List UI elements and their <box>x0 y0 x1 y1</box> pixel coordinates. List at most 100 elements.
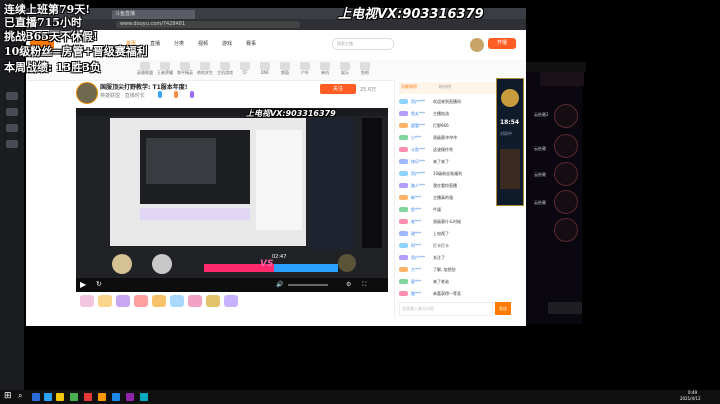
gift-item[interactable] <box>206 295 220 307</box>
nav-game[interactable]: 游戏 <box>222 40 232 47</box>
chat-username[interactable]: 用户*** <box>411 98 425 105</box>
volume-slider[interactable] <box>288 284 328 286</box>
taskbar-app-icon[interactable] <box>126 393 134 401</box>
chat-username[interactable]: 鱼丸*** <box>411 110 425 117</box>
gift-item[interactable] <box>170 295 184 307</box>
volume-icon[interactable]: 🔊 <box>276 281 283 288</box>
taskbar-app-icon[interactable] <box>98 393 106 401</box>
dock-icon[interactable] <box>6 140 18 148</box>
chat-username[interactable]: 老*** <box>411 218 421 225</box>
taskbar-app-icon[interactable] <box>140 393 148 401</box>
video-frame[interactable]: VS 02:47 上电视VX:903316379 <box>76 108 388 278</box>
gift-item[interactable] <box>224 295 238 307</box>
nav-category[interactable]: 分类 <box>174 40 184 47</box>
category-item[interactable]: DNF <box>256 62 274 78</box>
nav-video[interactable]: 视频 <box>198 40 208 47</box>
search-input[interactable]: 搜索主播 <box>332 38 394 50</box>
send-button[interactable]: 发送 <box>495 302 511 315</box>
gift-item[interactable] <box>134 295 148 307</box>
taskbar-app-icon[interactable] <box>84 393 92 401</box>
dock-icon[interactable] <box>6 124 18 132</box>
gift-item[interactable] <box>80 295 94 307</box>
category-item[interactable]: 主机游戏 <box>216 62 234 78</box>
chat-input[interactable]: 这里输入聊天内容 <box>399 302 493 316</box>
gift-item[interactable] <box>98 295 112 307</box>
pk-bar: VS 02:47 <box>112 254 356 274</box>
search-icon[interactable]: ⌕ <box>18 391 22 401</box>
play-icon[interactable]: ▶ <box>80 280 86 289</box>
category-item[interactable]: CF <box>236 62 254 78</box>
category-item[interactable]: 和平精英 <box>176 62 194 78</box>
taskbar-app-icon[interactable] <box>56 393 64 401</box>
taskbar-app-icon[interactable] <box>44 393 52 401</box>
chat-username[interactable]: 用户*** <box>411 170 425 177</box>
champion-slot[interactable] <box>554 134 578 158</box>
gift-item[interactable] <box>152 295 166 307</box>
chat-username[interactable]: 快乐*** <box>411 158 425 165</box>
chat-username[interactable]: 用户*** <box>411 254 425 261</box>
refresh-icon[interactable]: ↻ <box>96 280 102 288</box>
game-bottom-buttons[interactable] <box>548 302 582 314</box>
chat-username[interactable]: 斗鱼*** <box>411 146 425 153</box>
tab-contribution[interactable]: 贡献周榜 <box>401 84 417 90</box>
fan-level-badge <box>399 123 408 128</box>
nav-match[interactable]: 赛事 <box>246 40 256 47</box>
nav-live[interactable]: 直播 <box>150 40 160 47</box>
chat-message: 大*** 了解, 加把劲 <box>399 266 511 274</box>
taskbar-app-icon[interactable] <box>112 393 120 401</box>
champion-slot[interactable] <box>554 218 578 242</box>
fan-level-badge <box>399 267 408 272</box>
follow-button[interactable]: 关注 <box>320 84 356 94</box>
fullscreen-icon[interactable]: ⛶ <box>362 281 366 289</box>
category-item[interactable]: 绝地求生 <box>196 62 214 78</box>
chat-username[interactable]: 路*** <box>411 290 421 297</box>
chat-username[interactable]: 新*** <box>411 194 421 201</box>
dock-icon[interactable] <box>6 92 18 100</box>
clock-date[interactable]: 2021/4/12 <box>680 396 701 402</box>
streamer-avatar[interactable] <box>76 82 98 104</box>
url-field[interactable]: www.douyu.com/7428481 <box>116 21 300 28</box>
settings-icon[interactable]: ⚙ <box>346 281 351 288</box>
chat-text: 晋级赛冲冲冲 <box>433 135 457 140</box>
taskbar-app-icon[interactable] <box>70 393 78 401</box>
dock-icon[interactable] <box>6 108 18 116</box>
taskbar-app-icon[interactable] <box>32 393 40 401</box>
fan-level-badge <box>399 147 408 152</box>
chat-username[interactable]: 超管*** <box>411 122 425 129</box>
chat-username[interactable]: 路人*** <box>411 182 425 189</box>
chat-username[interactable]: 大*** <box>411 266 421 273</box>
user-avatar[interactable] <box>470 38 484 52</box>
chat-text: 上电视了 <box>433 231 449 236</box>
chat-message: 鱼*** 牛逼 <box>399 206 511 214</box>
chat-message: 用户*** 关注了 <box>399 254 511 262</box>
chat-username[interactable]: 鱼*** <box>411 206 421 213</box>
tab-fans[interactable]: 粉丝榜 <box>439 84 451 90</box>
chat-username[interactable]: 甜*** <box>411 230 421 237</box>
gift-item[interactable] <box>188 295 202 307</box>
fan-level-badge <box>399 219 408 224</box>
gift-item[interactable] <box>116 295 130 307</box>
open-broadcast-button[interactable]: 开播 <box>488 38 516 49</box>
champion-slot[interactable] <box>554 104 578 128</box>
category-item[interactable]: 娱乐 <box>336 62 354 78</box>
category-item[interactable]: 鱼吧 <box>356 62 374 78</box>
vx-overlay-inner: 上电视VX:903316379 <box>246 109 336 118</box>
category-item[interactable]: 王者荣耀 <box>156 62 174 78</box>
browser-tab[interactable]: 斗鱼直播 <box>112 10 195 19</box>
player-name-1: 云依赖2 <box>534 112 549 117</box>
champion-slot[interactable] <box>554 162 578 186</box>
chat-username[interactable]: 小*** <box>411 134 421 141</box>
video-player[interactable]: VS 02:47 上电视VX:903316379 ▶ ↻ 🔊 ⚙ ⛶ <box>76 108 388 292</box>
chat-username[interactable]: 星*** <box>411 278 421 285</box>
category-item[interactable]: 单机 <box>316 62 334 78</box>
champion-slot[interactable] <box>554 190 578 214</box>
chat-username[interactable]: 阿*** <box>411 242 421 249</box>
chat-message: 阿*** 打卡打卡 <box>399 242 511 250</box>
chat-text: 牛逼 <box>433 207 441 212</box>
windows-start-icon[interactable]: ⊞ <box>4 391 12 401</box>
category-item[interactable]: 英雄联盟 <box>136 62 154 78</box>
category-item[interactable]: 户外 <box>296 62 314 78</box>
level-badge <box>158 91 162 98</box>
category-item[interactable]: 颜值 <box>276 62 294 78</box>
stream-meta: 英雄联盟 · 直播时长 <box>100 93 145 99</box>
